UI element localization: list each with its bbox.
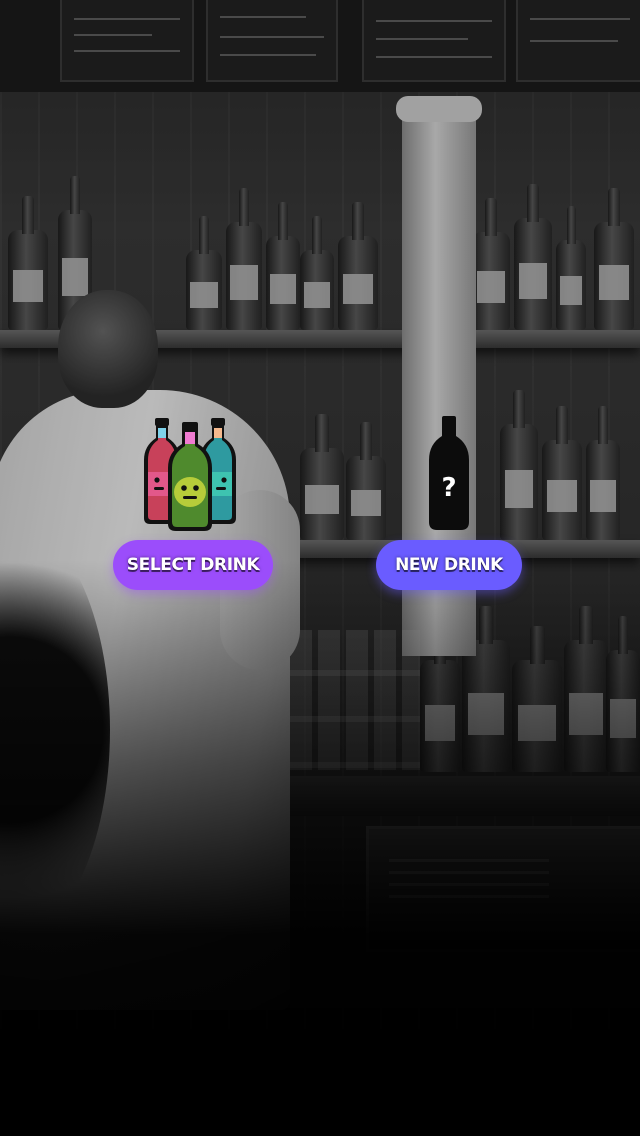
mystery-bottle-icon[interactable]: ? bbox=[389, 414, 509, 532]
home-screen: SELECT DRINK ? NEW DRINK bbox=[0, 0, 640, 1136]
select-drink-action: SELECT DRINK bbox=[112, 414, 274, 594]
bar-background-photo bbox=[0, 0, 640, 1136]
new-drink-action: ? NEW DRINK bbox=[374, 414, 524, 594]
select-drink-button[interactable]: SELECT DRINK bbox=[112, 540, 274, 590]
three-bottles-icon[interactable] bbox=[133, 414, 253, 532]
question-mark-glyph: ? bbox=[441, 473, 456, 503]
bottom-fade bbox=[0, 560, 640, 1136]
new-drink-button[interactable]: NEW DRINK bbox=[376, 540, 522, 590]
